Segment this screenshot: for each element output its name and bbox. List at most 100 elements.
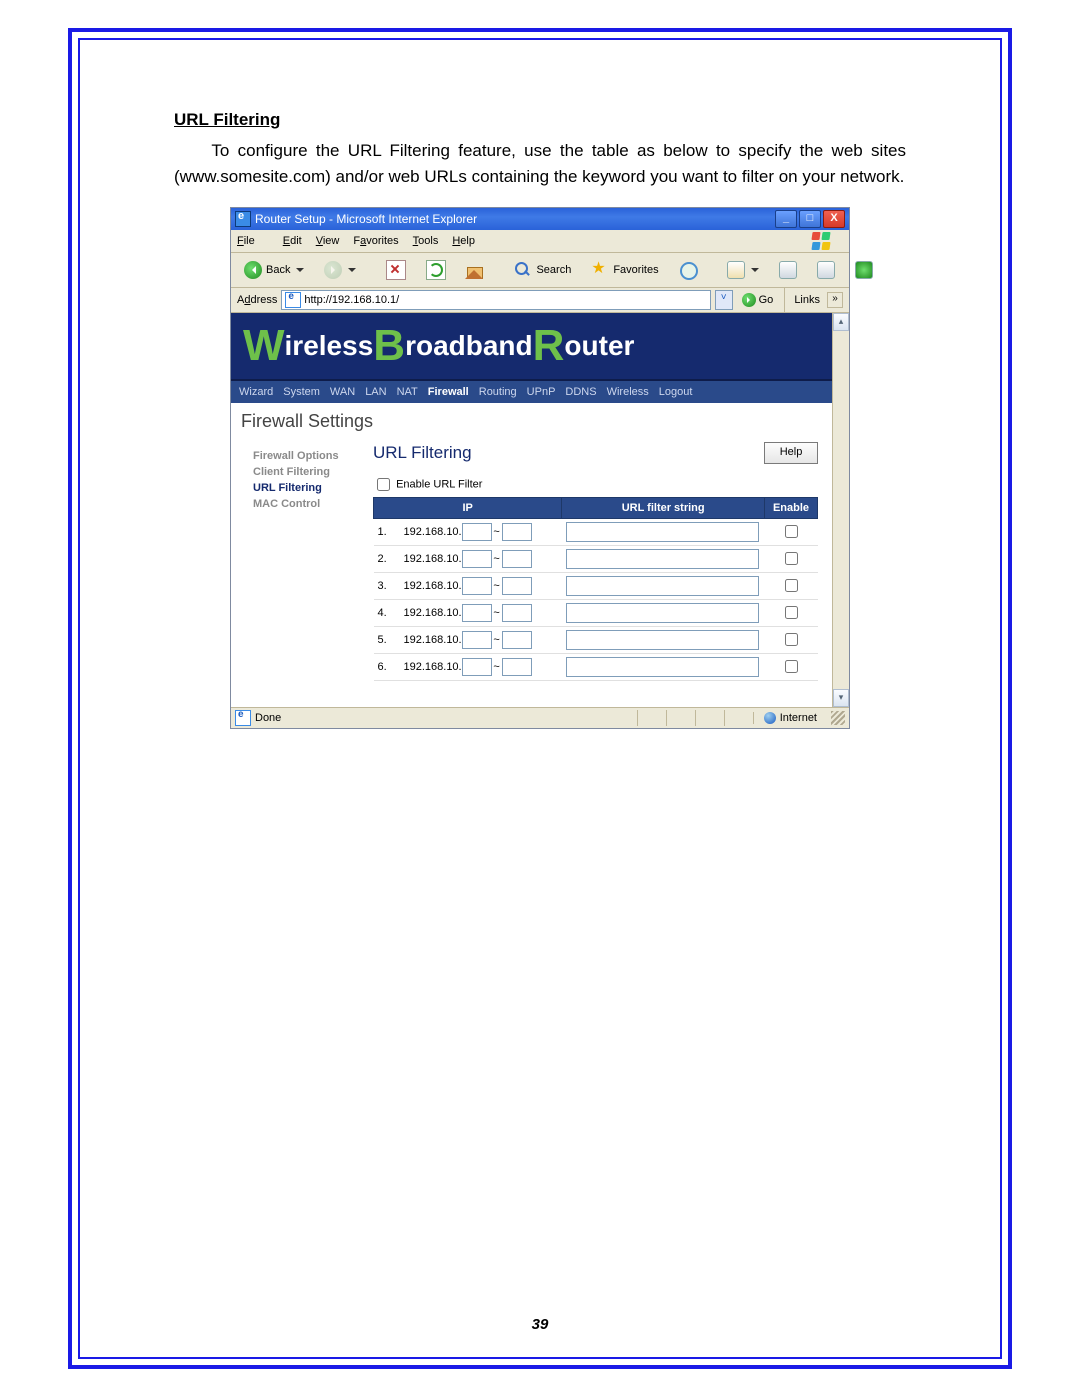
ip-to-input[interactable]	[502, 631, 532, 649]
close-button[interactable]: X	[823, 210, 845, 228]
row-enable-checkbox[interactable]	[785, 633, 798, 646]
section-paragraph: To configure the URL Filtering feature, …	[174, 138, 906, 191]
page-number: 39	[80, 1316, 1000, 1333]
menu-help[interactable]: Help	[452, 235, 475, 247]
minimize-button[interactable]: _	[775, 210, 797, 228]
url-filter-input[interactable]	[566, 549, 759, 569]
nav-routing[interactable]: Routing	[479, 386, 517, 398]
ip-to-input[interactable]	[502, 550, 532, 568]
ip-cell: 192.168.10.~	[400, 545, 562, 572]
ip-from-input[interactable]	[462, 604, 492, 622]
refresh-button[interactable]	[419, 256, 453, 284]
ip-from-input[interactable]	[462, 550, 492, 568]
ip-to-input[interactable]	[502, 604, 532, 622]
home-button[interactable]	[459, 257, 491, 283]
address-dropdown[interactable]: ˅	[715, 290, 733, 310]
ip-cell: 192.168.10.~	[400, 572, 562, 599]
menu-edit[interactable]: Edit	[283, 235, 302, 247]
help-button[interactable]: Help	[764, 442, 818, 464]
nav-system[interactable]: System	[283, 386, 320, 398]
address-field[interactable]: http://192.168.10.1/	[281, 290, 710, 310]
nav-lan[interactable]: LAN	[365, 386, 386, 398]
router-banner: Wireless Broadband Router	[231, 313, 832, 381]
sidebar-item-client-filtering[interactable]: Client Filtering	[253, 464, 373, 480]
url-filter-input[interactable]	[566, 630, 759, 650]
status-text: Done	[255, 712, 281, 724]
row-enable-checkbox[interactable]	[785, 660, 798, 673]
ie-icon	[235, 211, 251, 227]
ip-from-input[interactable]	[462, 658, 492, 676]
go-icon	[742, 293, 756, 307]
table-row: 2.192.168.10.~	[374, 545, 818, 572]
row-number: 3.	[374, 572, 400, 599]
back-button[interactable]: Back	[237, 257, 311, 283]
links-label[interactable]: Links	[791, 294, 823, 306]
menu-view[interactable]: View	[316, 235, 340, 247]
screenshot-frame: Router Setup - Microsoft Internet Explor…	[230, 207, 850, 729]
messenger-button[interactable]	[848, 257, 880, 283]
nav-wireless[interactable]: Wireless	[607, 386, 649, 398]
filter-table: IP URL filter string Enable 1.192.168.10…	[373, 497, 818, 681]
nav-upnp[interactable]: UPnP	[527, 386, 556, 398]
enable-url-filter-checkbox[interactable]	[377, 478, 390, 491]
row-enable-checkbox[interactable]	[785, 579, 798, 592]
main-title: URL Filtering	[373, 443, 472, 463]
history-button[interactable]	[672, 257, 704, 283]
row-enable-checkbox[interactable]	[785, 606, 798, 619]
page-title: Firewall Settings	[231, 403, 832, 442]
nav-wan[interactable]: WAN	[330, 386, 355, 398]
table-row: 1.192.168.10.~	[374, 518, 818, 545]
row-enable-checkbox[interactable]	[785, 552, 798, 565]
ip-to-input[interactable]	[502, 577, 532, 595]
row-enable-checkbox[interactable]	[785, 525, 798, 538]
scroll-up-icon[interactable]: ▴	[833, 313, 849, 331]
sidebar-item-mac-control[interactable]: MAC Control	[253, 496, 373, 512]
table-row: 5.192.168.10.~	[374, 626, 818, 653]
print-button[interactable]	[772, 257, 804, 283]
links-chevron-icon[interactable]: »	[827, 292, 843, 308]
ip-from-input[interactable]	[462, 631, 492, 649]
mail-button[interactable]	[720, 257, 766, 283]
address-url: http://192.168.10.1/	[304, 294, 706, 306]
favorites-button[interactable]: ★Favorites	[584, 257, 665, 283]
ip-from-input[interactable]	[462, 523, 492, 541]
forward-button[interactable]	[317, 257, 363, 283]
window-titlebar: Router Setup - Microsoft Internet Explor…	[231, 208, 849, 230]
ip-to-input[interactable]	[502, 658, 532, 676]
status-bar: Done Internet	[231, 707, 849, 728]
scroll-down-icon[interactable]: ▾	[833, 689, 849, 707]
ip-from-input[interactable]	[462, 577, 492, 595]
maximize-button[interactable]: □	[799, 210, 821, 228]
menu-tools[interactable]: Tools	[413, 235, 439, 247]
edit-button[interactable]	[810, 257, 842, 283]
nav-ddns[interactable]: DDNS	[565, 386, 596, 398]
go-button[interactable]: Go	[737, 291, 779, 309]
stop-button[interactable]	[379, 256, 413, 284]
search-button[interactable]: Search	[507, 257, 578, 283]
menu-favorites[interactable]: Favorites	[353, 235, 398, 247]
nav-firewall[interactable]: Firewall	[428, 386, 469, 398]
address-bar: Address http://192.168.10.1/ ˅ Go Links …	[231, 288, 849, 313]
row-number: 6.	[374, 653, 400, 680]
nav-nat[interactable]: NAT	[397, 386, 418, 398]
vertical-scrollbar[interactable]: ▴ ▾	[832, 313, 849, 707]
menu-file[interactable]: File	[237, 235, 269, 247]
ip-cell: 192.168.10.~	[400, 518, 562, 545]
sidebar-item-url-filtering[interactable]: URL Filtering	[253, 480, 373, 496]
toolbar: Back Search ★Favorites	[231, 253, 849, 288]
ip-cell: 192.168.10.~	[400, 653, 562, 680]
status-page-icon	[235, 710, 251, 726]
url-filter-input[interactable]	[566, 576, 759, 596]
address-label: Address	[237, 294, 277, 306]
url-filter-input[interactable]	[566, 522, 759, 542]
url-filter-input[interactable]	[566, 603, 759, 623]
ip-to-input[interactable]	[502, 523, 532, 541]
windows-flag-icon	[811, 231, 831, 251]
nav-logout[interactable]: Logout	[659, 386, 693, 398]
nav-wizard[interactable]: Wizard	[239, 386, 273, 398]
sidebar-item-firewall-options[interactable]: Firewall Options	[253, 448, 373, 464]
url-filter-input[interactable]	[566, 657, 759, 677]
row-number: 2.	[374, 545, 400, 572]
row-number: 1.	[374, 518, 400, 545]
resize-grip-icon	[831, 711, 845, 725]
